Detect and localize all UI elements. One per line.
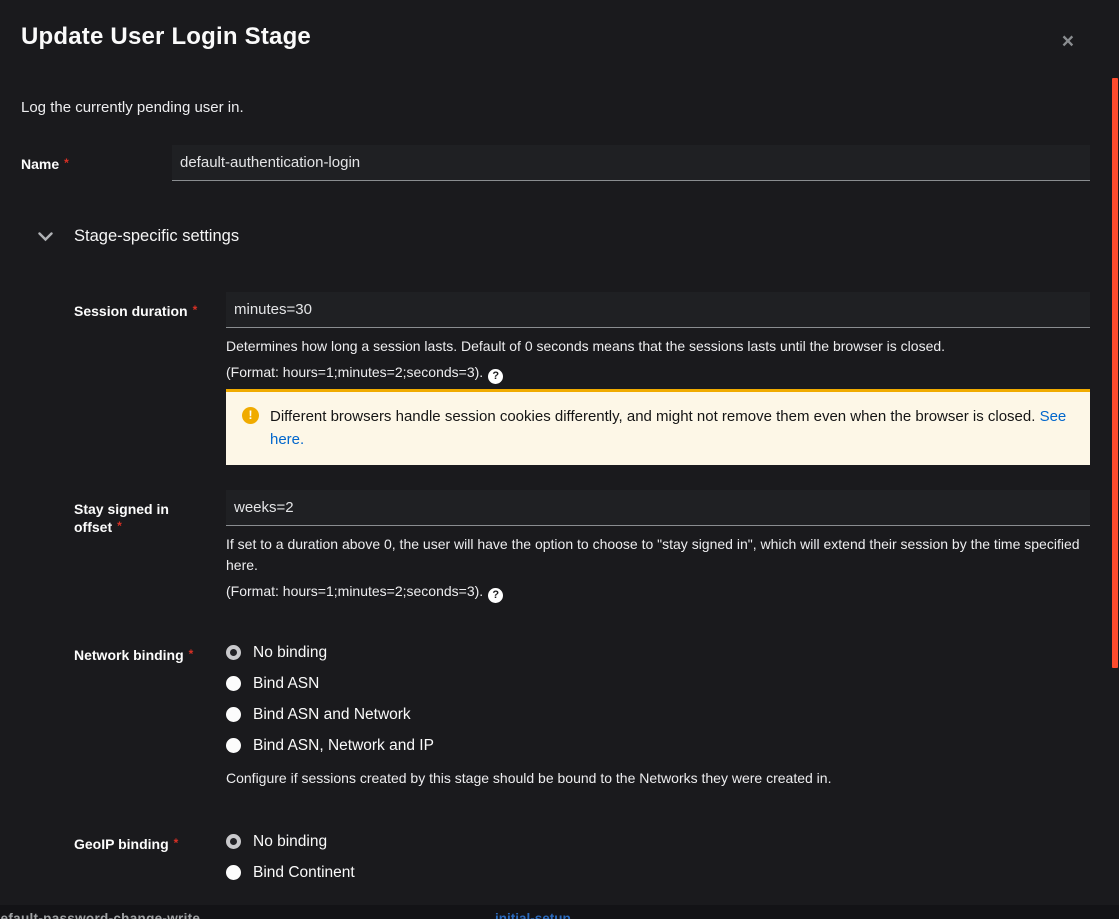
network-binding-label: Network binding * [74, 646, 194, 663]
radio-option-no-binding[interactable]: No binding [226, 644, 1090, 662]
session-duration-row: Session duration* Determines how long a … [74, 292, 1098, 465]
radio-icon[interactable] [226, 834, 241, 849]
name-field-row: Name * [21, 145, 1098, 181]
question-circle-icon[interactable]: ? [488, 587, 504, 603]
radio-option-bind-asn-network[interactable]: Bind ASN and Network [226, 706, 1090, 724]
warning-exclamation-icon: ! [242, 406, 259, 424]
required-asterisk: * [117, 519, 122, 534]
geoip-binding-radio-group: No binding Bind Continent [226, 825, 1090, 895]
radio-icon[interactable] [226, 707, 241, 722]
scrollbar-thumb[interactable] [1112, 78, 1118, 668]
session-duration-input[interactable] [226, 292, 1090, 328]
section-body: Session duration* Determines how long a … [21, 292, 1098, 895]
radio-icon[interactable] [226, 738, 241, 753]
stay-signed-in-offset-row: Stay signed in offset* If set to a durat… [74, 490, 1098, 603]
radio-option-bind-asn[interactable]: Bind ASN [226, 675, 1090, 693]
session-duration-format-hint: (Format: hours=1;minutes=2;seconds=3).? [226, 364, 1090, 384]
name-label: Name * [21, 156, 69, 172]
modal-title: Update User Login Stage [21, 23, 311, 50]
background-flow-link[interactable]: initial-setup [495, 911, 571, 919]
required-asterisk: * [173, 835, 179, 850]
stay-signed-in-offset-label: Stay signed in offset * [74, 501, 169, 536]
stay-signed-in-help: If set to a duration above 0, the user w… [226, 536, 1080, 573]
session-cookie-warning-alert: ! Different browsers handle session cook… [226, 388, 1090, 465]
network-binding-row: Network binding * No binding Bind ASN Bin… [74, 636, 1098, 789]
radio-icon[interactable] [226, 676, 241, 691]
radio-icon[interactable] [226, 645, 241, 660]
geoip-binding-label: GeoIP binding * [74, 835, 179, 852]
session-duration-label: Session duration * [74, 303, 198, 319]
required-asterisk: * [64, 156, 69, 170]
warning-alert-text: Different browsers handle session cookie… [270, 407, 1067, 448]
update-user-login-stage-modal: Update User Login Stage × Log the curren… [0, 0, 1119, 905]
chevron-down-icon [38, 231, 54, 242]
section-title: Stage-specific settings [74, 227, 240, 245]
modal-header: Update User Login Stage × [21, 0, 1098, 58]
question-circle-icon[interactable]: ? [488, 368, 504, 384]
background-page-strip: default-password-change-write initial-se… [0, 905, 1119, 919]
radio-option-bind-continent[interactable]: Bind Continent [226, 864, 1090, 882]
stage-specific-settings-toggle[interactable]: Stage-specific settings [21, 227, 1098, 246]
stay-signed-in-offset-input[interactable] [226, 490, 1090, 526]
close-icon[interactable]: × [1052, 25, 1084, 58]
stay-signed-in-format-hint: (Format: hours=1;minutes=2;seconds=3).? [226, 583, 1090, 603]
required-asterisk: * [192, 303, 198, 317]
network-binding-radio-group: No binding Bind ASN Bind ASN and Network… [226, 636, 1090, 789]
network-binding-help: Configure if sessions created by this st… [226, 769, 832, 786]
required-asterisk: * [188, 646, 194, 661]
radio-icon[interactable] [226, 865, 241, 880]
background-stage-name-text: default-password-change-write [0, 911, 201, 919]
radio-option-geoip-no-binding[interactable]: No binding [226, 833, 1090, 851]
stage-description: Log the currently pending user in. [21, 99, 244, 116]
radio-option-bind-asn-network-ip[interactable]: Bind ASN, Network and IP [226, 737, 1090, 755]
geoip-binding-row: GeoIP binding * No binding Bind Continent [74, 825, 1098, 895]
name-input[interactable] [172, 145, 1090, 181]
session-duration-help: Determines how long a session lasts. Def… [226, 338, 946, 354]
